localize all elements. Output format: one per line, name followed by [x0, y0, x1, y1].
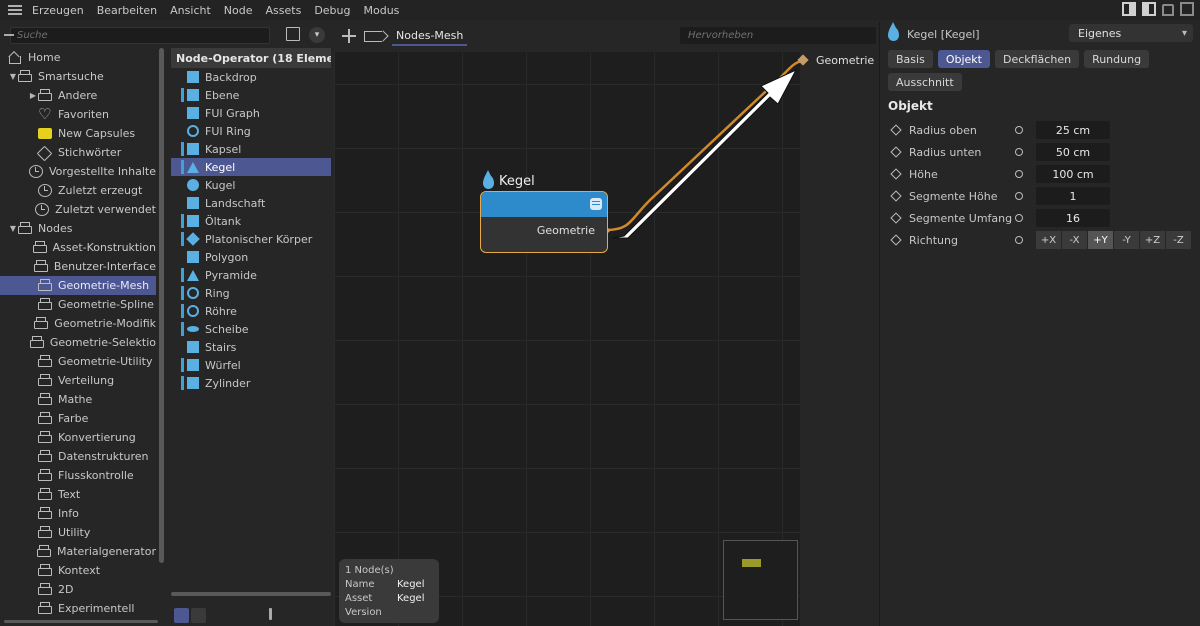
keyframe-diamond-icon[interactable] [890, 212, 902, 224]
param-row-4: Segmente Umfang 16 [880, 207, 1200, 229]
info-asset-key: Asset [345, 593, 373, 604]
param-value-field[interactable]: 25 cm [1036, 121, 1110, 139]
keyframe-diamond-icon[interactable] [890, 190, 902, 202]
direction-button-minus-z[interactable]: -Z [1166, 231, 1191, 249]
keyframe-diamond-icon[interactable] [890, 146, 902, 158]
keyframe-diamond-icon[interactable] [890, 168, 902, 180]
port-circle-icon[interactable] [1015, 192, 1023, 200]
tab-rundung[interactable]: Rundung [1084, 50, 1150, 68]
param-label: Segmente Umfang [909, 211, 1013, 225]
attribute-tabs: Basis Objekt Deckflächen Rundung Ausschnitt [888, 50, 1188, 91]
node-menu-icon[interactable] [590, 198, 602, 210]
minimap[interactable] [723, 540, 798, 620]
direction-button-plusminus-x[interactable]: +X [1036, 231, 1061, 249]
port-circle-icon[interactable] [1015, 236, 1023, 244]
cone-icon [888, 22, 899, 41]
param-label: Segmente Höhe [909, 189, 998, 203]
cone-icon [483, 169, 494, 189]
attributes-title: Kegel [Kegel] [907, 27, 980, 41]
param-row-0: Radius oben 25 cm [880, 119, 1200, 141]
direction-button-plusminus-z[interactable]: +Z [1140, 231, 1165, 249]
param-value-field[interactable]: 16 [1036, 209, 1110, 227]
param-label: Richtung [909, 233, 958, 247]
node-title-label: Kegel [499, 174, 535, 189]
param-row-1: Radius unten 50 cm [880, 141, 1200, 163]
port-circle-icon[interactable] [1015, 126, 1023, 134]
parameter-list: Radius oben 25 cm Radius unten 50 cm Höhe 100… [880, 119, 1200, 251]
node-port-label: Geometrie [536, 224, 595, 237]
port-circle-icon[interactable] [1015, 214, 1023, 222]
group-title: Objekt [888, 99, 933, 113]
direction-button-minus-x[interactable]: -X [1062, 231, 1087, 249]
param-label: Radius oben [909, 123, 977, 137]
tab-objekt[interactable]: Objekt [937, 50, 990, 68]
keyframe-diamond-icon[interactable] [890, 124, 902, 136]
param-value-field[interactable]: 50 cm [1036, 143, 1110, 161]
minimap-node [742, 559, 761, 567]
param-value-field[interactable]: 1 [1036, 187, 1110, 205]
info-version-key: Version [345, 607, 382, 618]
tab-ausschnitt[interactable]: Ausschnitt [888, 73, 962, 91]
mode-select[interactable]: Eigenes [1069, 24, 1193, 42]
attributes-panel: Kegel [Kegel] Eigenes BasisObjektDeckflä… [879, 22, 1200, 626]
param-row-direction: Richtung +X -X +Y -Y +Z -Z [880, 229, 1200, 251]
port-circle-icon[interactable] [1015, 170, 1023, 178]
info-asset-value: Kegel [397, 593, 425, 604]
port-circle-icon[interactable] [1015, 148, 1023, 156]
param-label: Radius unten [909, 145, 982, 159]
info-count: 1 Node(s) [345, 565, 394, 576]
direction-button-plusminus-y[interactable]: +Y [1088, 231, 1113, 249]
tab-deckflächen[interactable]: Deckflächen [994, 50, 1080, 68]
node-info-box: 1 Node(s) Name Kegel Asset Kegel Version [339, 559, 439, 623]
node-title: Kegel [483, 169, 535, 189]
param-row-3: Segmente Höhe 1 [880, 185, 1200, 207]
param-value-field[interactable]: 100 cm [1036, 165, 1110, 183]
tab-basis[interactable]: Basis [888, 50, 933, 68]
info-name-key: Name [345, 579, 375, 590]
info-name-value: Kegel [397, 579, 425, 590]
direction-button-minus-y[interactable]: -Y [1114, 231, 1139, 249]
direction-buttons: +X -X +Y -Y +Z -Z [1036, 231, 1191, 249]
keyframe-diamond-icon[interactable] [890, 234, 902, 246]
param-row-2: Höhe 100 cm [880, 163, 1200, 185]
param-label: Höhe [909, 167, 938, 181]
output-port-diamond[interactable] [797, 54, 809, 66]
node-header[interactable] [481, 192, 607, 217]
kegel-node[interactable]: Geometrie [480, 191, 608, 253]
